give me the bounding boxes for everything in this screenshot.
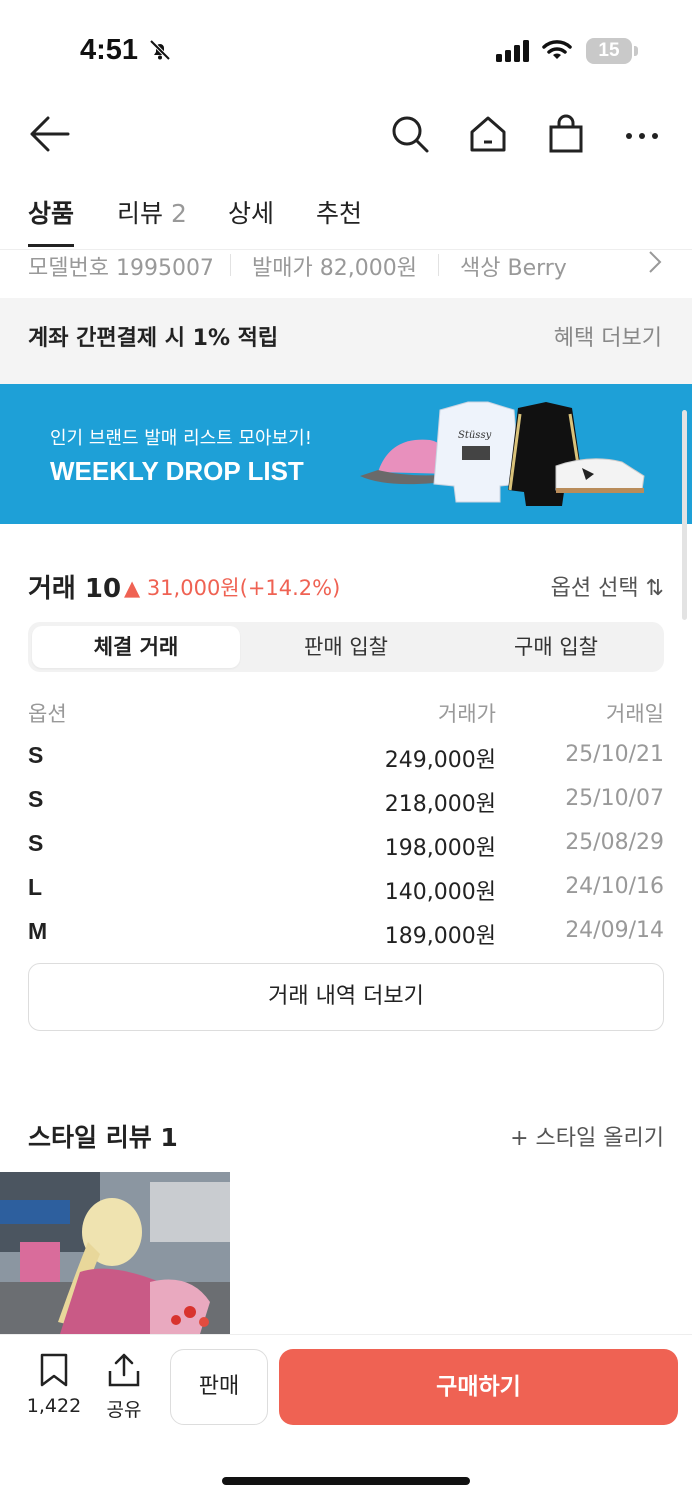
trade-price: 249,000원 — [384, 748, 496, 773]
bookmark-icon — [40, 1353, 68, 1387]
search-icon[interactable] — [390, 114, 430, 158]
trade-price: 140,000원 — [384, 880, 496, 905]
share-button[interactable]: 공유 — [98, 1353, 150, 1422]
segment-buy-bids[interactable]: 구매 입찰 — [452, 626, 660, 668]
trade-option: S — [28, 742, 44, 768]
trades-table: 옵션 거래가 거래일 S 249,000원 25/10/21 S 218,000… — [28, 690, 664, 954]
weekly-drop-banner[interactable]: 인기 브랜드 발매 리스트 모아보기! WEEKLY DROP LIST Stü… — [0, 384, 692, 524]
bottom-action-bar: 1,422 공유 판매 구매하기 — [0, 1334, 692, 1500]
section-gap — [0, 370, 692, 384]
upload-style-button[interactable]: + 스타일 올리기 — [510, 1120, 664, 1152]
more-trades-button[interactable]: 거래 내역 더보기 — [28, 963, 664, 1031]
tab-count: 2 — [170, 199, 187, 228]
segment-concluded[interactable]: 체결 거래 — [32, 626, 240, 668]
signal-icon — [496, 40, 532, 66]
table-row: L 140,000원 24/10/16 — [28, 866, 664, 910]
trade-date: 25/10/07 — [565, 786, 664, 811]
trade-date: 24/10/16 — [565, 874, 664, 899]
battery-indicator: 15 — [586, 38, 632, 64]
trade-price: 189,000원 — [384, 924, 496, 949]
tab-label: 추천 — [316, 199, 363, 228]
tab-label: 상품 — [28, 199, 75, 228]
scrollbar[interactable] — [682, 410, 687, 620]
trade-option: S — [28, 830, 44, 856]
tab-recommend[interactable]: 추천 — [316, 194, 362, 230]
trades-header: 거래 10 ▲ 31,000원(+14.2%) 옵션 선택 ⇅ — [28, 568, 664, 604]
bookmark-count: 1,422 — [26, 1395, 82, 1417]
benefit-more-link[interactable]: 혜택 더보기 — [554, 320, 662, 352]
banner-title: WEEKLY DROP LIST — [50, 456, 304, 486]
buy-button[interactable]: 구매하기 — [279, 1349, 678, 1425]
style-review-title: 스타일 리뷰 1 — [28, 1123, 178, 1152]
tab-review[interactable]: 리뷰 2 — [117, 194, 187, 230]
shopping-bag-icon[interactable] — [546, 114, 586, 158]
trade-option: L — [28, 874, 43, 900]
back-arrow-icon[interactable] — [28, 114, 70, 158]
trade-price: 218,000원 — [384, 792, 496, 817]
chevron-right-icon — [648, 250, 662, 280]
tab-label: 상세 — [228, 199, 275, 228]
option-select-button[interactable]: 옵션 선택 ⇅ — [551, 570, 664, 602]
table-header: 옵션 거래가 거래일 — [28, 690, 664, 734]
tab-underline — [28, 244, 74, 247]
trades-title: 거래 10 — [28, 574, 122, 604]
tab-detail[interactable]: 상세 — [228, 194, 274, 230]
trade-option: M — [28, 918, 48, 944]
table-row: S 218,000원 25/10/07 — [28, 778, 664, 822]
tab-label: 리뷰 — [117, 199, 164, 228]
trade-price: 198,000원 — [384, 836, 496, 861]
product-tabs: 상품 리뷰 2 상세 추천 — [0, 190, 692, 250]
header-price: 거래가 — [438, 702, 496, 726]
table-row: M 189,000원 24/09/14 — [28, 910, 664, 954]
banner-subtitle: 인기 브랜드 발매 리스트 모아보기! — [50, 428, 312, 449]
benefit-label: 계좌 간편결제 시 1% 적립 — [28, 326, 279, 351]
release-price: 발매가 82,000원 — [252, 256, 417, 281]
home-indicator — [222, 1477, 470, 1485]
top-nav — [0, 104, 692, 164]
trade-date: 25/08/29 — [565, 830, 664, 855]
style-review-photo[interactable] — [0, 1172, 230, 1334]
banner-products-image: Stüssy — [360, 401, 645, 506]
trade-date: 24/09/14 — [565, 918, 664, 943]
svg-text:Stüssy: Stüssy — [458, 430, 492, 441]
style-review-header: 스타일 리뷰 1 + 스타일 올리기 — [28, 1118, 664, 1154]
more-icon[interactable] — [624, 126, 660, 145]
table-row: S 198,000원 25/08/29 — [28, 822, 664, 866]
tab-product[interactable]: 상품 — [28, 194, 74, 230]
status-bar: 4:51 15 — [0, 0, 692, 100]
table-row: S 249,000원 25/10/21 — [28, 734, 664, 778]
header-option: 옵션 — [28, 702, 67, 726]
product-color: 색상 Berry — [460, 256, 567, 281]
bell-off-icon — [148, 38, 172, 66]
price-change: ▲ 31,000원(+14.2%) — [124, 576, 341, 600]
share-label: 공유 — [106, 1399, 142, 1421]
share-icon — [108, 1353, 140, 1387]
header-date: 거래일 — [606, 702, 664, 726]
bookmark-button[interactable]: 1,422 — [24, 1353, 84, 1417]
divider — [230, 254, 231, 276]
benefit-strip[interactable]: 계좌 간편결제 시 1% 적립 혜택 더보기 — [0, 298, 692, 370]
trade-option: S — [28, 786, 44, 812]
product-info-row[interactable]: 모델번호 1995007 발매가 82,000원 색상 Berry — [28, 250, 668, 282]
trade-type-segment: 체결 거래 판매 입찰 구매 입찰 — [28, 622, 664, 672]
segment-sell-bids[interactable]: 판매 입찰 — [242, 626, 450, 668]
status-time: 4:51 — [80, 34, 139, 66]
home-icon[interactable] — [468, 114, 508, 158]
sell-button[interactable]: 판매 — [170, 1349, 268, 1425]
trade-date: 25/10/21 — [565, 742, 664, 767]
divider — [438, 254, 439, 276]
battery-tip — [634, 46, 638, 56]
wifi-icon — [542, 38, 572, 66]
model-number: 모델번호 1995007 — [28, 256, 214, 281]
